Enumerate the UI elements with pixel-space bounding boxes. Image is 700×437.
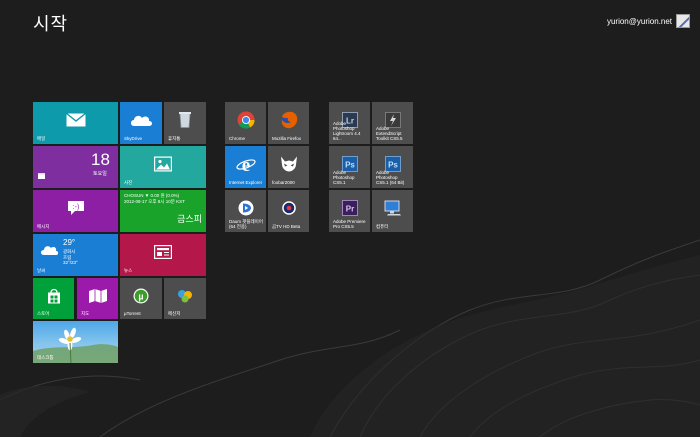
premiere-icon: Pr <box>341 200 358 217</box>
tile-messenger[interactable]: 메신저 <box>164 278 206 319</box>
tile-daum-potplayer[interactable]: Daum 팟플레이어 (64 전용) <box>225 190 266 232</box>
tile-label: 메신저 <box>168 311 181 316</box>
tile-mail[interactable]: 메일 <box>33 102 118 144</box>
tile-label: 지도 <box>81 311 90 316</box>
tile-label: Daum 팟플레이어 (64 전용) <box>229 219 263 229</box>
tile-news[interactable]: 뉴스 <box>120 234 206 276</box>
tile-label: Chrome <box>229 136 246 141</box>
svg-text:e: e <box>241 155 249 173</box>
tile-label: Internet Explorer <box>229 180 263 185</box>
calendar-date: 18 <box>91 150 110 169</box>
svg-text:Ps: Ps <box>345 161 355 170</box>
tile-label: Adobe Premiere Pro CS5.5 <box>333 219 366 229</box>
tile-gomtv[interactable]: 곰TV HD Beta <box>268 190 309 232</box>
tile-label: Adobe ExtendScript Toolkit CS5.5 <box>376 126 403 141</box>
tile-photoshop-cs5-64[interactable]: Ps Adobe Photoshop CS5.1 (64 Bit) <box>372 146 413 188</box>
tile-label: foobar2000 <box>272 180 295 185</box>
tile-label: 사진 <box>124 180 133 185</box>
tile-label: 곰TV HD Beta <box>272 224 301 229</box>
tile-label: Adobe Photoshop CS5.1 (64 Bit) <box>376 170 405 185</box>
tile-label: 날씨 <box>37 268 46 273</box>
tile-label: 데스크톱 <box>37 355 54 360</box>
messenger-icon <box>177 289 193 303</box>
tile-firefox[interactable]: Mozilla Firefox <box>268 102 309 144</box>
tile-weather[interactable]: 29° 광화시 흐림 32°/23° 날씨 <box>33 234 118 276</box>
tile-label: 메시지 <box>37 224 50 229</box>
tile-label: 스토어 <box>37 311 50 316</box>
tile-maps[interactable]: 지도 <box>77 278 118 319</box>
map-icon <box>88 289 107 304</box>
tile-desktop[interactable]: 데스크톱 <box>33 321 118 363</box>
gomtv-icon <box>281 201 296 216</box>
cloud-icon <box>129 113 153 127</box>
tile-chrome[interactable]: Chrome <box>225 102 266 144</box>
user-account[interactable]: yurion@yurion.net <box>607 14 690 28</box>
news-icon <box>154 245 172 260</box>
calendar-icon <box>38 166 45 184</box>
start-screen-title: 시작 <box>33 14 69 34</box>
tile-foobar2000[interactable]: foobar2000 <box>268 146 309 188</box>
recycle-bin-icon <box>179 112 191 129</box>
utorrent-icon: µ <box>133 288 149 304</box>
foobar-icon <box>280 156 298 173</box>
tile-messaging[interactable]: :-) 메시지 <box>33 190 118 232</box>
mail-icon <box>65 113 86 127</box>
tile-photos[interactable]: 사진 <box>120 146 206 188</box>
tile-label: 휴지통 <box>168 136 181 141</box>
picture-icon <box>154 156 172 172</box>
tile-computer[interactable]: 컴퓨터 <box>372 190 413 232</box>
tile-extendscript[interactable]: Adobe ExtendScript Toolkit CS5.5 <box>372 102 413 144</box>
tile-recycle-bin[interactable]: 휴지통 <box>164 102 206 144</box>
finance-timestamp: 2012-08-17 오후 8시 10분 KST <box>124 199 185 204</box>
tile-label: SkyDrive <box>124 136 143 141</box>
firefox-icon <box>280 111 298 129</box>
computer-icon <box>384 200 402 216</box>
user-email: yurion@yurion.net <box>606 16 672 26</box>
user-avatar-icon <box>676 14 690 28</box>
tile-label: Mozilla Firefox <box>272 136 302 141</box>
tile-photoshop-cs5[interactable]: Ps Adobe Photoshop CS5.1 <box>329 146 370 188</box>
daum-potplayer-icon <box>238 200 254 216</box>
tile-label: 메일 <box>37 136 46 141</box>
weather-temperature: 29° <box>63 238 76 247</box>
tile-premiere-pro[interactable]: Pr Adobe Premiere Pro CS5.5 <box>329 190 370 232</box>
tile-finance[interactable]: CHOSUN ▼ 0.00 원 (0.0%) 2012-08-17 오후 8시 … <box>120 190 206 232</box>
svg-text:µ: µ <box>138 292 143 302</box>
internet-explorer-icon: e <box>235 155 256 173</box>
calendar-day: 토요일 <box>93 171 107 177</box>
tile-store[interactable]: 스토어 <box>33 278 74 319</box>
tile-internet-explorer[interactable]: e Internet Explorer <box>225 146 266 188</box>
tile-lightroom[interactable]: Lr Adobe Photoshop Lightroom 4.4 64... <box>329 102 370 144</box>
tile-label: µTorrent <box>124 311 141 316</box>
tile-calendar[interactable]: 18 토요일 <box>33 146 118 188</box>
weather-range: 32°/23° <box>63 260 78 265</box>
finance-title: 금스피 <box>177 214 202 224</box>
store-bag-icon <box>47 288 61 304</box>
chrome-icon <box>237 111 255 130</box>
svg-text::-): :-) <box>72 204 79 211</box>
tile-label: Adobe Photoshop Lightroom 4.4 64... <box>333 121 361 141</box>
tile-label: 뉴스 <box>124 268 133 273</box>
svg-text:Ps: Ps <box>388 161 398 170</box>
tile-skydrive[interactable]: SkyDrive <box>120 102 162 144</box>
smiley-chat-icon: :-) <box>67 200 85 216</box>
svg-text:Pr: Pr <box>345 205 353 214</box>
tile-label: Adobe Photoshop CS5.1 <box>333 170 355 185</box>
tile-utorrent[interactable]: µ µTorrent <box>120 278 162 319</box>
weather-details: 광화시 흐림 32°/23° <box>63 249 78 266</box>
cloud-sun-icon <box>40 243 59 261</box>
tile-label: 컴퓨터 <box>376 224 389 229</box>
